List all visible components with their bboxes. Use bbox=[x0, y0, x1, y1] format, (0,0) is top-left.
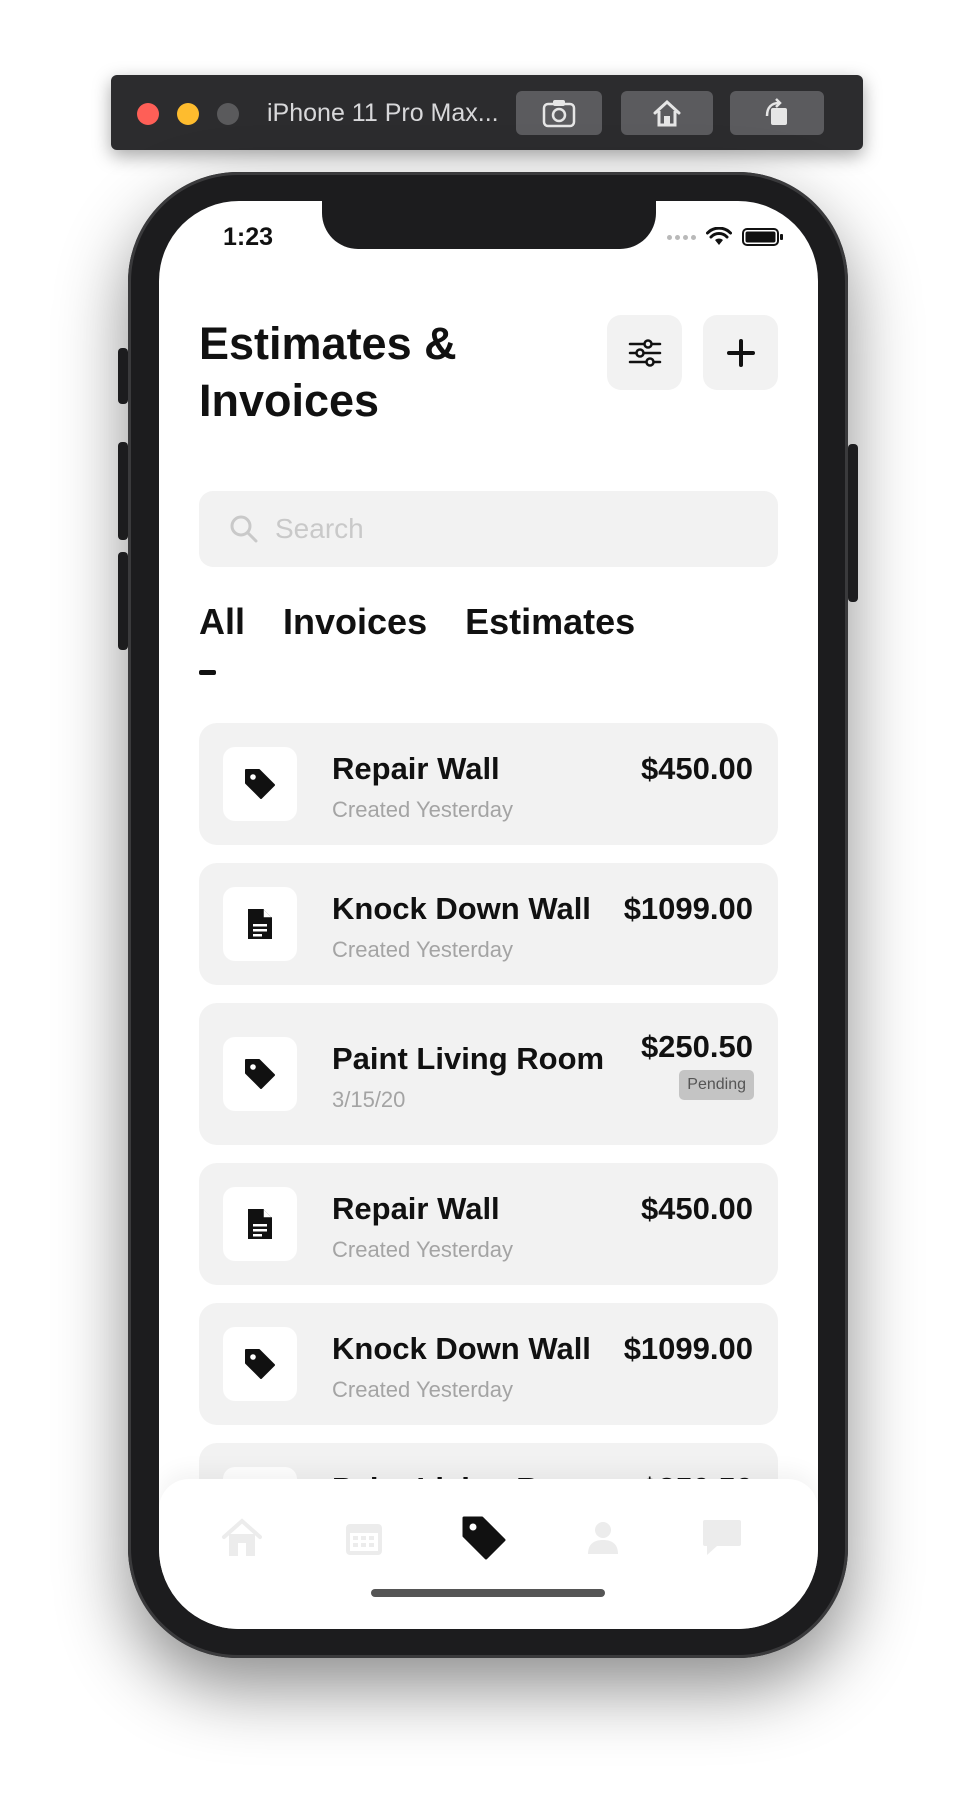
power-button bbox=[848, 444, 858, 602]
search-input[interactable] bbox=[273, 512, 757, 546]
item-subtitle: Created Yesterday bbox=[332, 937, 514, 962]
mute-switch bbox=[118, 348, 128, 404]
minimize-window-button[interactable] bbox=[177, 103, 199, 125]
person-icon bbox=[588, 1522, 618, 1554]
item-icon-box bbox=[223, 887, 297, 961]
item-icon-box bbox=[223, 1327, 297, 1401]
search-bar[interactable] bbox=[199, 491, 778, 567]
volume-down-button bbox=[118, 552, 128, 650]
item-name: Repair Wall bbox=[332, 751, 500, 786]
item-subtitle: Created Yesterday bbox=[332, 1237, 514, 1262]
document-list: Repair Wall Created Yesterday $450.00 Kn… bbox=[199, 723, 778, 1583]
screenshot-icon bbox=[542, 100, 576, 128]
item-amount: $450.00 bbox=[640, 751, 753, 786]
item-amount: $1099.00 bbox=[623, 891, 753, 926]
rotate-button[interactable] bbox=[730, 91, 824, 135]
screenshot-button[interactable] bbox=[516, 91, 602, 135]
tab-bar-profile[interactable] bbox=[578, 1513, 628, 1563]
wifi-icon bbox=[706, 227, 732, 245]
home-icon bbox=[222, 1518, 262, 1556]
battery-icon bbox=[742, 228, 783, 246]
item-subtitle: Created Yesterday bbox=[332, 1377, 514, 1402]
tag-icon bbox=[245, 769, 275, 799]
close-window-button[interactable] bbox=[137, 103, 159, 125]
item-amount: $1099.00 bbox=[623, 1331, 753, 1366]
filter-tabs: All Invoices Estimates bbox=[199, 601, 635, 643]
list-item[interactable]: Repair Wall Created Yesterday $450.00 bbox=[199, 1163, 778, 1285]
add-button[interactable] bbox=[703, 315, 778, 390]
item-amount: $450.00 bbox=[640, 1191, 753, 1226]
zoom-window-button[interactable] bbox=[217, 103, 239, 125]
item-name: Knock Down Wall bbox=[332, 891, 591, 926]
plus-icon bbox=[726, 338, 755, 367]
item-subtitle: 3/15/20 bbox=[332, 1087, 406, 1112]
calendar-icon bbox=[346, 1524, 382, 1555]
status-badge: Pending bbox=[679, 1070, 754, 1100]
bottom-tab-bar bbox=[159, 1479, 818, 1629]
tab-bar-messages[interactable] bbox=[697, 1513, 747, 1563]
item-icon-box bbox=[223, 747, 297, 821]
tab-estimates[interactable]: Estimates bbox=[465, 601, 635, 643]
item-amount: $250.50 bbox=[640, 1029, 753, 1064]
notch bbox=[322, 201, 656, 249]
item-subtitle: Created Yesterday bbox=[332, 797, 514, 822]
item-icon-box bbox=[223, 1037, 297, 1111]
home-button[interactable] bbox=[621, 91, 713, 135]
tab-bar-calendar[interactable] bbox=[339, 1513, 389, 1563]
list-item[interactable]: Repair Wall Created Yesterday $450.00 bbox=[199, 723, 778, 845]
document-icon bbox=[248, 1209, 272, 1239]
page-title: Estimates & Invoices bbox=[199, 318, 457, 426]
app-screen: 1:23 Estimates & Invoices Search All Inv… bbox=[159, 201, 818, 1629]
filter-button[interactable] bbox=[607, 315, 682, 390]
item-name: Knock Down Wall bbox=[332, 1331, 591, 1366]
simulator-title-bar: iPhone 11 Pro Max... bbox=[111, 75, 863, 150]
rotate-icon bbox=[765, 98, 787, 125]
chat-icon bbox=[703, 1520, 741, 1555]
volume-up-button bbox=[118, 442, 128, 540]
status-icons bbox=[667, 227, 784, 247]
tab-all[interactable]: All bbox=[199, 601, 245, 643]
tab-invoices[interactable]: Invoices bbox=[283, 601, 427, 643]
item-name: Repair Wall bbox=[332, 1191, 500, 1226]
active-tab-indicator bbox=[199, 670, 216, 675]
home-icon bbox=[653, 99, 681, 127]
tag-icon bbox=[245, 1059, 275, 1089]
home-indicator bbox=[371, 1589, 605, 1597]
list-item[interactable]: Knock Down Wall Created Yesterday $1099.… bbox=[199, 863, 778, 985]
phone-frame: 1:23 Estimates & Invoices Search All Inv… bbox=[118, 172, 858, 1658]
item-icon-box bbox=[223, 1187, 297, 1261]
device-title: iPhone 11 Pro Max... bbox=[267, 99, 499, 127]
tag-icon bbox=[245, 1349, 275, 1379]
item-name: Paint Living Room bbox=[332, 1041, 605, 1076]
tag-icon bbox=[462, 1516, 506, 1560]
search-icon bbox=[230, 515, 258, 543]
status-time: 1:23 bbox=[223, 223, 274, 251]
tab-bar-home[interactable] bbox=[217, 1513, 267, 1563]
signal-dots-icon bbox=[667, 234, 696, 240]
document-icon bbox=[248, 909, 272, 939]
sliders-icon bbox=[628, 338, 661, 367]
list-item[interactable]: Paint Living Room 3/15/20 $250.50 Pendin… bbox=[199, 1003, 778, 1145]
list-item[interactable]: Knock Down Wall Created Yesterday $1099.… bbox=[199, 1303, 778, 1425]
tab-bar-estimates[interactable] bbox=[459, 1513, 509, 1563]
